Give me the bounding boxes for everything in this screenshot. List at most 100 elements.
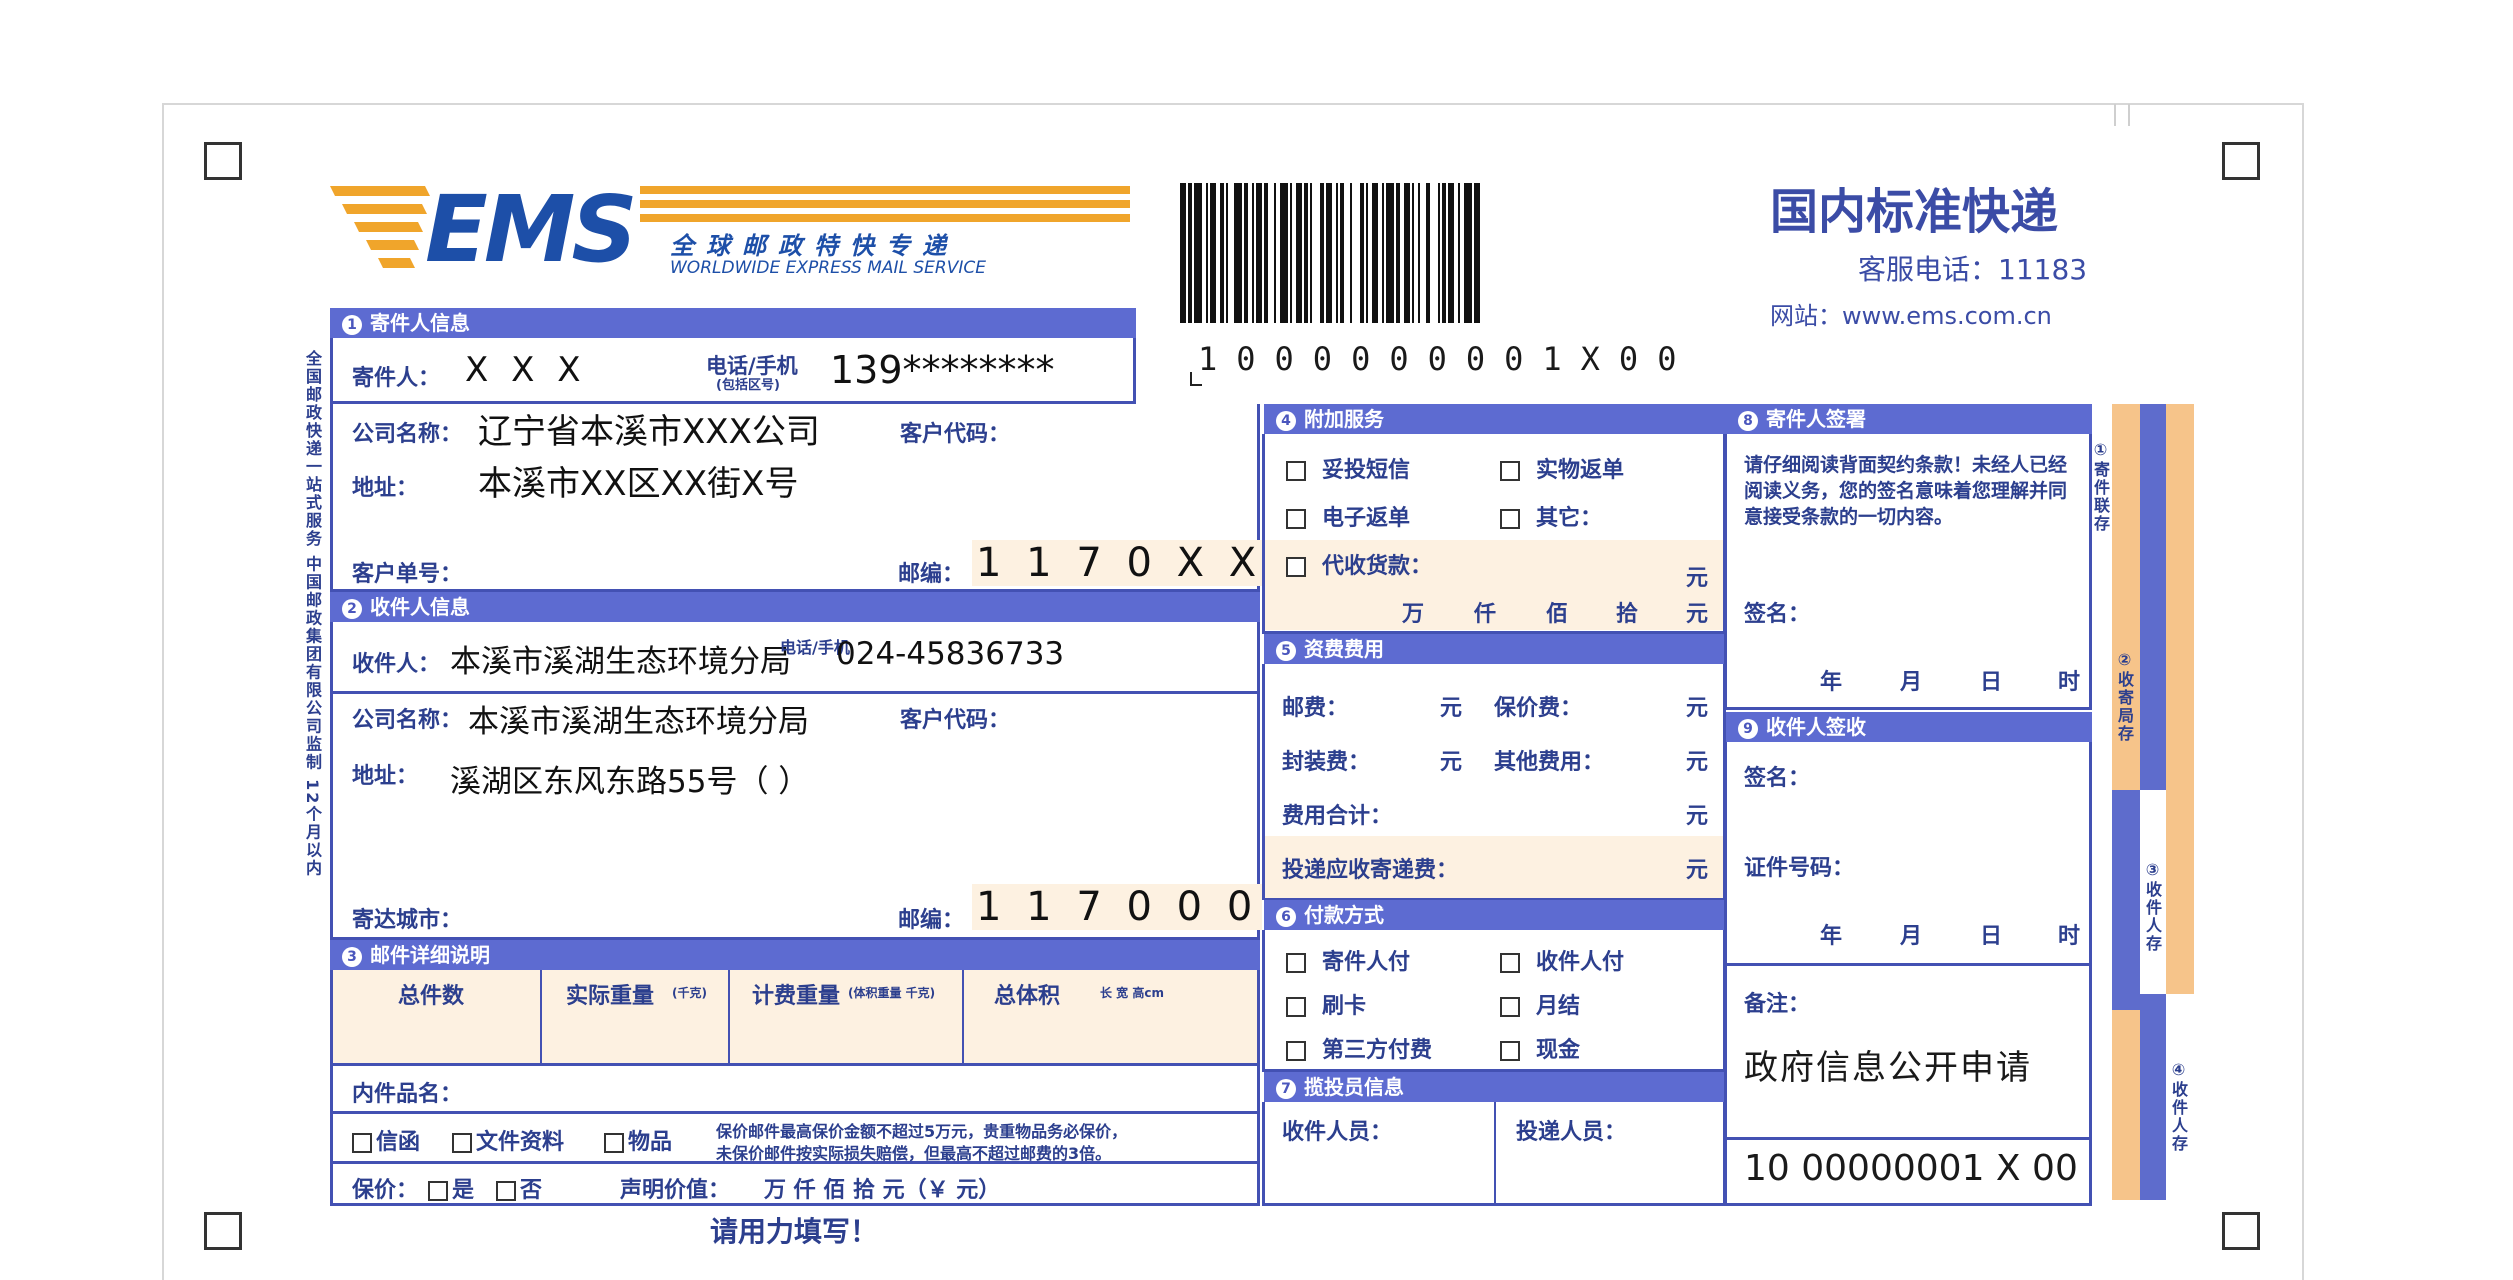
section-number: 9 — [1738, 718, 1758, 739]
section-number: 6 — [1276, 906, 1296, 927]
opt-docs-label: 信函 — [376, 1130, 421, 1155]
sender-zip-value[interactable]: 1 1 7 0 X X — [972, 540, 1267, 586]
tracking-number-bottom: 10 00000001 X 00 — [1744, 1148, 2078, 1189]
checkbox[interactable] — [452, 1133, 472, 1153]
pay-card[interactable]: 刷卡 — [1286, 988, 1366, 1020]
opt-e-return-label: 电子返单 — [1322, 506, 1411, 531]
checkbox[interactable] — [1500, 997, 1520, 1017]
recipient-phone-value[interactable]: 024-45836733 — [836, 636, 1064, 672]
remarks-label: 备注： — [1744, 992, 1811, 1017]
opt-other[interactable]: 其它： — [1500, 500, 1602, 532]
recipient-zip-value[interactable]: 1 1 7 0 0 0 — [972, 884, 1263, 930]
opt-cod[interactable]: 代收货款： — [1286, 548, 1432, 580]
stub-strip-orange-2 — [2166, 404, 2194, 994]
opt-files[interactable]: 文件资料 — [452, 1124, 564, 1156]
opt-physical-return-label: 实物返单 — [1536, 458, 1625, 483]
sender-section-header: 1 寄件人信息 — [330, 308, 1136, 338]
staff-collector-label: 收件人员： — [1282, 1120, 1393, 1145]
pay-third[interactable]: 第三方付费 — [1286, 1032, 1432, 1064]
pay-recipient[interactable]: 收件人付 — [1500, 944, 1624, 976]
stub-label-4: ④收件人存 — [2169, 1060, 2188, 1153]
opt-sms[interactable]: 妥投短信 — [1286, 452, 1410, 484]
cod-yuan: 元 — [1686, 566, 1709, 591]
sender-company-value[interactable]: 辽宁省本溪市XXX公司 — [478, 404, 820, 453]
checkbox[interactable] — [428, 1181, 448, 1201]
recipient-name-value[interactable]: 本溪市溪湖生态环境分局 — [450, 636, 791, 681]
ems-logo-text: EMS — [425, 176, 638, 283]
recipient-address-value[interactable]: 溪湖区东风东路55号（ ） — [450, 756, 809, 801]
checkbox[interactable] — [1286, 1041, 1306, 1061]
payment-section-header: 6 付款方式 — [1264, 900, 1726, 930]
barcode-bar — [1386, 183, 1394, 323]
barcode-bar — [1312, 183, 1320, 323]
stub-label-2: ②收寄局存 — [2115, 650, 2134, 743]
sender-client-code-label: 客户代码： — [900, 422, 1011, 447]
barcode-bar — [1280, 183, 1288, 323]
payment-section-title: 付款方式 — [1304, 903, 1384, 927]
side-print-text: 全国邮政快递一站式服务 中国邮政集团有限公司监制 12个月以内 — [303, 350, 322, 878]
barcode-bar — [1430, 183, 1438, 323]
recipient-company-label: 公司名称： — [352, 708, 463, 733]
stub-strip-blue-1 — [2140, 404, 2166, 790]
opt-e-return[interactable]: 电子返单 — [1286, 500, 1410, 532]
insure-yes-label: 是 — [452, 1178, 475, 1203]
corner-mark-bl — [204, 1212, 242, 1250]
recipient-company-value[interactable]: 本溪市溪湖生态环境分局 — [468, 696, 809, 741]
services-section-header: 4 附加服务 — [1264, 404, 1726, 434]
barcode-mark — [1190, 372, 1202, 386]
checkbox[interactable] — [1500, 509, 1520, 529]
barcode-bar — [1464, 183, 1472, 323]
recipient-section-title: 收件人信息 — [370, 595, 470, 619]
sender-name-value[interactable]: X X X — [465, 350, 587, 390]
checkbox[interactable] — [1500, 1041, 1520, 1061]
sender-sign-section-title: 寄件人签署 — [1766, 407, 1866, 431]
pay-sender[interactable]: 寄件人付 — [1286, 944, 1410, 976]
checkbox[interactable] — [1286, 953, 1306, 973]
barcode-bar — [1194, 183, 1202, 323]
checkbox[interactable] — [1286, 997, 1306, 1017]
stub-strip-blue-3 — [2140, 994, 2166, 1200]
sender-sign-label[interactable]: 签名： — [1744, 596, 1810, 628]
checkbox[interactable] — [1286, 509, 1306, 529]
insure-yes[interactable]: 是 — [428, 1172, 474, 1204]
sender-address-value[interactable]: 本溪市XX区XX街X号 — [478, 456, 798, 505]
fees-section-header: 5 资费费用 — [1264, 634, 1726, 664]
checkbox[interactable] — [1500, 461, 1520, 481]
items-col-billed-weight-unit: (体积重量 千克) — [848, 986, 936, 1000]
recipient-id-label[interactable]: 证件号码： — [1744, 850, 1854, 882]
insure-no[interactable]: 否 — [496, 1172, 542, 1204]
ems-logo: EMS 全球邮政特快专递 WORLDWIDE EXPRESS MAIL SERV… — [330, 176, 1460, 283]
items-col-volume-unit: 长 宽 高cm — [1100, 986, 1164, 1000]
checkbox[interactable] — [496, 1181, 516, 1201]
checkbox[interactable] — [352, 1133, 372, 1153]
opt-docs[interactable]: 信函 — [352, 1124, 420, 1156]
sender-sign-month: 月 — [1900, 670, 1923, 695]
recipient-city-label: 寄达城市： — [352, 908, 463, 933]
recipient-sign-label[interactable]: 签名： — [1744, 760, 1810, 792]
recipient-sign-hour: 时 — [2058, 924, 2081, 949]
stub-strip-blue-2 — [2112, 790, 2140, 1010]
cod-unit-qian: 仟 — [1474, 602, 1497, 627]
barcode-bar — [1352, 183, 1360, 323]
remarks-value[interactable]: 政府信息公开申请 — [1744, 1040, 2032, 1089]
perforation-mark — [2128, 104, 2130, 126]
checkbox[interactable] — [1286, 461, 1306, 481]
opt-physical-return[interactable]: 实物返单 — [1500, 452, 1624, 484]
sender-phone-value[interactable]: 139******** — [830, 348, 1055, 392]
ems-logo-cn: 全球邮政特快专递 — [670, 232, 958, 260]
pay-cash[interactable]: 现金 — [1500, 1032, 1580, 1064]
pay-monthly[interactable]: 月结 — [1500, 988, 1580, 1020]
checkbox[interactable] — [1500, 953, 1520, 973]
cod-unit-shi: 拾 — [1616, 602, 1639, 627]
section-number: 8 — [1738, 410, 1758, 431]
recipient-sign-section-header: 9 收件人签收 — [1726, 712, 2092, 742]
opt-goods[interactable]: 物品 — [604, 1124, 672, 1156]
checkbox[interactable] — [1286, 557, 1306, 577]
pay-card-label: 刷卡 — [1322, 994, 1367, 1019]
tracking-barcode — [1180, 183, 1725, 323]
section-number: 2 — [342, 598, 362, 619]
barcode-bar — [1480, 183, 1482, 323]
section-number: 1 — [342, 314, 362, 335]
checkbox[interactable] — [604, 1133, 624, 1153]
items-col-volume: 总体积 — [994, 984, 1061, 1009]
